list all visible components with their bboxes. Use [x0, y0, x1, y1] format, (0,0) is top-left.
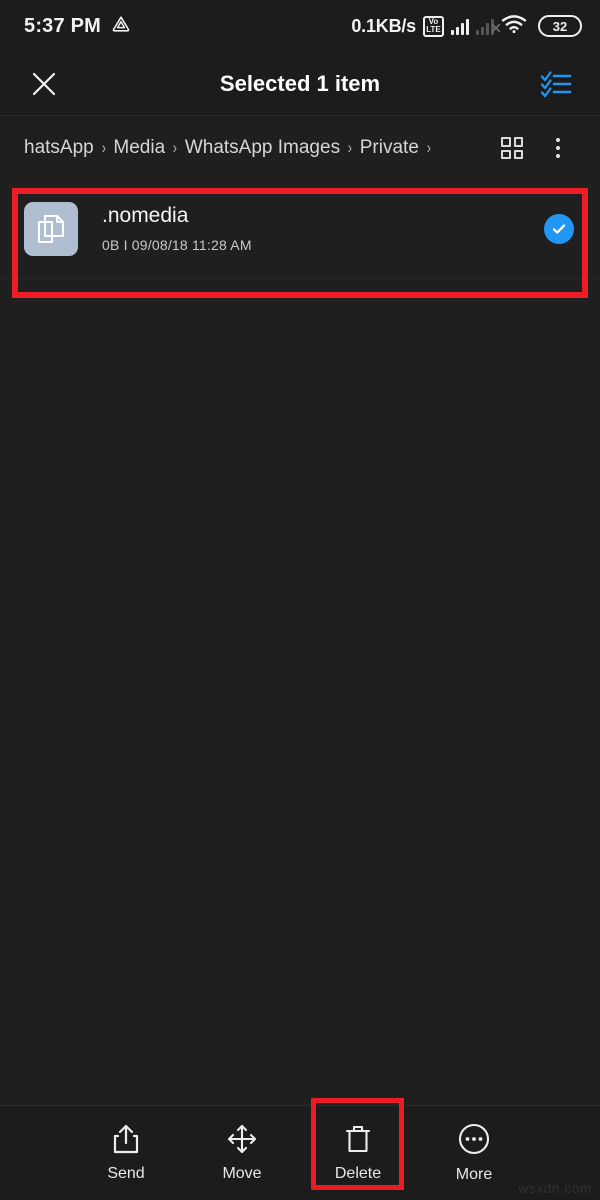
overflow-menu-button[interactable] [534, 124, 582, 172]
select-all-button[interactable] [512, 69, 600, 99]
file-thumbnail [24, 201, 78, 256]
more-button[interactable]: More [427, 1107, 521, 1199]
move-arrows-icon [227, 1124, 257, 1154]
status-bar-right: 0.1KB/s Vo LTE 32 [351, 14, 582, 39]
breadcrumb-item-whatsapp-images[interactable]: WhatsApp Images [185, 137, 340, 159]
move-label: Move [222, 1165, 262, 1182]
more-vertical-icon-dot [556, 146, 560, 150]
signal-bars-icon [451, 18, 469, 35]
file-name: .nomedia [102, 204, 189, 227]
more-label: More [455, 1166, 493, 1183]
network-speed: 0.1KB/s [351, 15, 416, 36]
grid-view-button[interactable] [490, 126, 534, 170]
volte-bottom-text: LTE [426, 25, 441, 34]
breadcrumb-item-private[interactable]: Private [360, 137, 419, 159]
more-vertical-icon-dot [556, 154, 560, 158]
selection-app-bar: Selected 1 item [0, 52, 600, 116]
battery-level: 32 [552, 18, 568, 34]
table-row[interactable]: .nomedia 0B I 09/08/18 11:28 AM [0, 179, 600, 279]
status-bar: 5:37 PM 0.1KB/s Vo LTE 32 [0, 0, 600, 52]
breadcrumb-item-hatsapp[interactable]: hatsApp [24, 137, 94, 159]
close-icon [32, 72, 56, 95]
delete-label: Delete [334, 1165, 382, 1182]
file-manager-screen: 5:37 PM 0.1KB/s Vo LTE 32 Selected 1 ite… [0, 0, 600, 1200]
page-title: Selected 1 item [219, 70, 381, 96]
breadcrumb: hatsApp › Media › WhatsApp Images › Priv… [24, 137, 490, 159]
signal-bars-no-service-icon [476, 18, 500, 35]
status-time: 5:37 PM [24, 14, 101, 37]
more-vertical-icon [556, 138, 560, 142]
send-button[interactable]: Send [79, 1107, 173, 1199]
wifi-icon [501, 14, 527, 39]
file-info: .nomedia 0B I 09/08/18 11:28 AM [78, 204, 544, 253]
triangle-app-icon [111, 14, 131, 39]
trash-icon [345, 1125, 371, 1153]
breadcrumb-bar: hatsApp › Media › WhatsApp Images › Priv… [0, 117, 600, 179]
close-selection-button[interactable] [0, 69, 88, 99]
breadcrumb-item-media[interactable]: Media [113, 137, 165, 159]
volte-icon: Vo LTE [423, 15, 444, 37]
battery-icon: 32 [538, 15, 582, 37]
grid-view-icon [501, 137, 523, 159]
watermark: wsxdn.com [518, 1180, 592, 1196]
chevron-right-icon: › [172, 138, 178, 157]
status-bar-left: 5:37 PM [24, 14, 131, 39]
share-icon [113, 1124, 139, 1154]
check-circle-icon [552, 223, 566, 234]
chevron-right-icon: › [426, 138, 431, 157]
file-meta: 0B I 09/08/18 11:28 AM [102, 237, 252, 253]
row-checkbox[interactable] [544, 213, 574, 244]
chevron-right-icon: › [347, 138, 353, 157]
chevron-right-icon: › [101, 138, 106, 157]
more-circle-icon [458, 1123, 490, 1155]
bottom-action-bar: Send Move Delete More [0, 1105, 600, 1200]
move-button[interactable]: Move [195, 1107, 289, 1199]
select-all-checklist-icon [540, 70, 572, 97]
send-label: Send [107, 1165, 145, 1182]
file-list: .nomedia 0B I 09/08/18 11:28 AM [0, 179, 600, 279]
delete-button[interactable]: Delete [311, 1107, 405, 1199]
document-copy-icon [37, 214, 65, 243]
